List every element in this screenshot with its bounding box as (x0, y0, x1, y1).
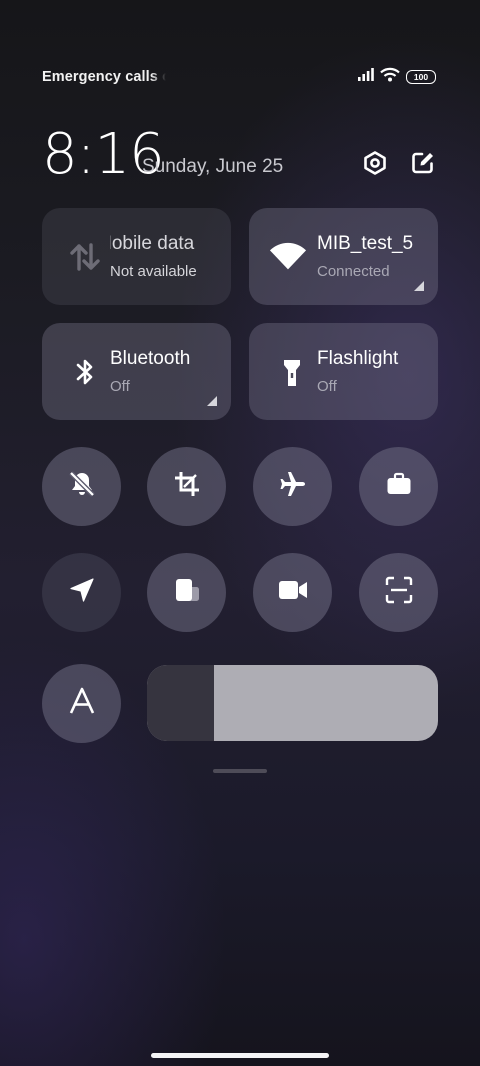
settings-icon[interactable] (362, 150, 388, 176)
airplane-toggle[interactable] (253, 447, 332, 526)
work-toggle[interactable] (359, 447, 438, 526)
tile-wifi[interactable]: MIB_test_5 Connected (249, 208, 438, 305)
screen-recorder-toggle[interactable] (253, 553, 332, 632)
tile-bluetooth-subtitle: Off (110, 378, 130, 395)
video-camera-icon (278, 579, 308, 606)
mobile-data-icon (66, 238, 104, 276)
tile-wifi-expand-icon[interactable] (414, 281, 424, 291)
status-carrier-text: Emergency calls o (42, 69, 166, 85)
tile-mobile-data-subtitle: Not available (110, 263, 197, 280)
location-icon (68, 576, 96, 609)
work-briefcase-icon (386, 471, 412, 502)
floating-window-toggle[interactable] (147, 553, 226, 632)
tile-wifi-title: MIB_test_5 (317, 233, 414, 254)
tile-flashlight-subtitle: Off (317, 378, 337, 395)
silent-icon (68, 470, 96, 503)
status-bar: Emergency calls o 100 (42, 66, 436, 88)
scan-icon (385, 576, 413, 609)
screenshot-crop-icon (173, 470, 201, 503)
tile-flashlight-title: Flashlight (317, 348, 399, 369)
tile-bluetooth-title: Bluetooth (110, 348, 191, 369)
tile-bluetooth-expand-icon[interactable] (207, 396, 217, 406)
bluetooth-icon (66, 353, 104, 391)
brightness-slider[interactable] (147, 665, 438, 741)
brightness-level (147, 665, 214, 741)
wifi-icon (269, 238, 307, 276)
edit-icon[interactable] (410, 150, 436, 176)
tile-wifi-subtitle: Connected (317, 263, 390, 280)
tile-flashlight[interactable]: Flashlight Off (249, 323, 438, 420)
scan-toggle[interactable] (359, 553, 438, 632)
airplane-icon (279, 470, 307, 503)
tile-bluetooth[interactable]: Bluetooth Off (42, 323, 231, 420)
silent-toggle[interactable] (42, 447, 121, 526)
navigation-gesture-bar[interactable] (151, 1053, 329, 1058)
signal-icon (358, 68, 374, 86)
drag-handle[interactable] (213, 769, 267, 773)
battery-icon: 100 (406, 70, 436, 84)
wifi-icon (380, 67, 400, 87)
location-toggle[interactable] (42, 553, 121, 632)
date: Sunday, June 25 (142, 156, 284, 177)
status-icons: 100 (358, 67, 436, 87)
screenshot-crop-toggle[interactable] (147, 447, 226, 526)
auto-brightness-icon (67, 686, 97, 721)
auto-brightness-toggle[interactable] (42, 664, 121, 743)
flashlight-icon (273, 353, 311, 391)
tile-mobile-data-title: Mobile data (110, 233, 195, 254)
floating-window-icon (172, 575, 202, 610)
tile-mobile-data[interactable]: Mobile data Not available (42, 208, 231, 305)
header: 8:16 Sunday, June 25 (42, 122, 438, 187)
